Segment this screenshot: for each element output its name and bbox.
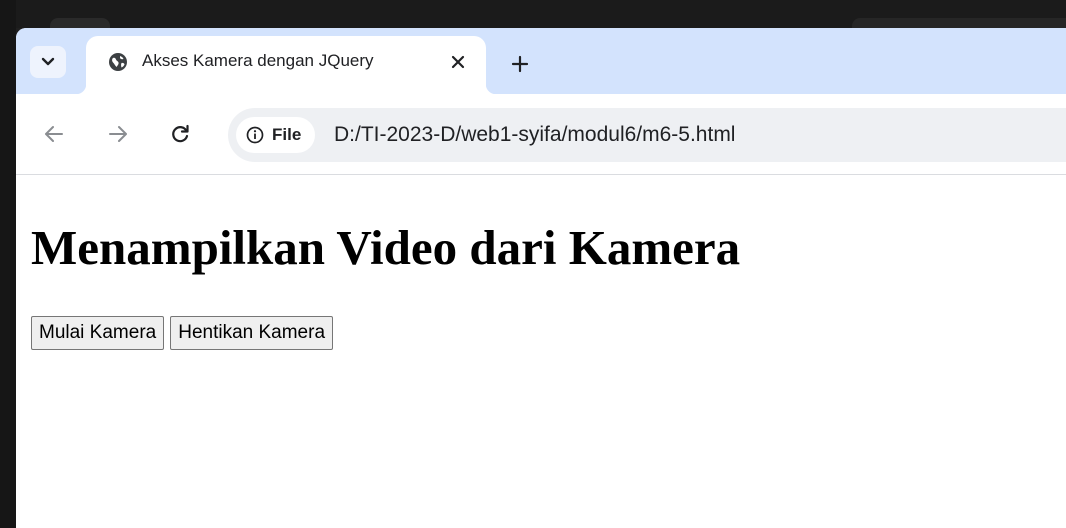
chevron-down-icon (41, 57, 55, 66)
globe-icon (109, 53, 127, 71)
site-chip-label: File (272, 125, 302, 144)
page-heading: Menampilkan Video dari Kamera (31, 220, 741, 275)
reload-icon (172, 124, 189, 143)
new-tab-button[interactable] (508, 52, 532, 76)
info-icon (246, 126, 264, 144)
reload-button[interactable] (166, 120, 194, 148)
address-bar[interactable]: File D:/TI-2023-D/web1-syifa/modul6/m6-5… (228, 108, 1066, 162)
close-icon (451, 55, 465, 69)
tab-close-button[interactable] (448, 52, 468, 72)
arrow-right-icon (109, 126, 127, 142)
start-camera-button[interactable]: Mulai Kamera (31, 316, 165, 350)
tab-search-button[interactable] (30, 46, 66, 78)
active-tab[interactable]: Akses Kamera dengan JQuery (76, 36, 496, 94)
url-text[interactable]: D:/TI-2023-D/web1-syifa/modul6/m6-5.html (334, 123, 735, 147)
browser-window: Akses Kamera dengan JQuery File D:/TI-20… (16, 28, 1066, 528)
forward-button[interactable] (104, 120, 132, 148)
plus-icon (511, 55, 529, 73)
camera-controls: Mulai Kamera Hentikan Kamera (31, 316, 334, 350)
tab-strip: Akses Kamera dengan JQuery (16, 28, 1066, 94)
browser-toolbar: File D:/TI-2023-D/web1-syifa/modul6/m6-5… (16, 94, 1066, 175)
desktop-edge (0, 0, 16, 528)
window-titlebar (16, 0, 1066, 32)
page-content: Menampilkan Video dari Kamera Mulai Kame… (16, 175, 1066, 528)
arrow-left-icon (45, 126, 63, 142)
tab-title: Akses Kamera dengan JQuery (142, 51, 374, 70)
site-info-chip[interactable]: File (236, 117, 316, 153)
stop-camera-button[interactable]: Hentikan Kamera (170, 316, 334, 350)
back-button[interactable] (40, 120, 68, 148)
